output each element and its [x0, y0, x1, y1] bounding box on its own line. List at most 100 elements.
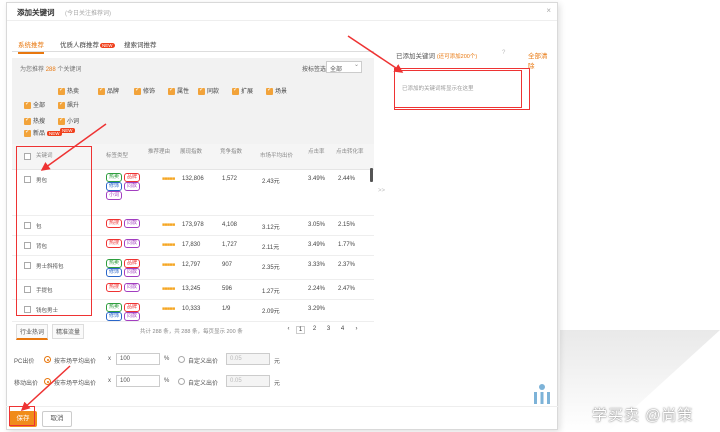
page-2[interactable]: 2 — [310, 326, 319, 332]
tab-audience[interactable]: 优质人群推荐 NEW — [60, 39, 115, 49]
pc-market-radio[interactable] — [44, 356, 51, 363]
cell-avg-bid: 2.43元 — [262, 179, 280, 185]
tag-badge: 同款 — [124, 239, 141, 248]
pc-percent-input[interactable]: 100 — [116, 353, 160, 365]
tag-select[interactable]: 全部 — [326, 61, 362, 73]
pc-market-label: 按市场平均出价 — [54, 359, 97, 365]
th-competition[interactable]: 竞争指数 — [220, 149, 250, 156]
brand-logo-icon — [534, 384, 550, 404]
th-cvr[interactable]: 点击转化率 — [336, 149, 364, 156]
mobile-market-radio[interactable] — [44, 378, 51, 385]
th-tag-type: 标签类型 — [106, 153, 129, 159]
cell-cvr: 2.44% — [338, 176, 356, 182]
checkbox-attribute[interactable]: 属性 — [168, 86, 189, 95]
mobile-bid-label: 移动出价 — [14, 381, 39, 387]
page-3[interactable]: 3 — [324, 326, 333, 332]
mobile-times: x — [108, 378, 111, 384]
annotation-rect-save — [9, 406, 35, 426]
tag-badge: 小词 — [106, 191, 123, 200]
dialog-title: 添加关键词 — [17, 8, 55, 17]
cell-cvr: 2.15% — [338, 222, 356, 228]
sort-label: 按标签选 — [302, 67, 327, 73]
close-icon[interactable]: × — [546, 6, 551, 15]
dialog-footer: 保存 取消 — [6, 406, 558, 430]
tag-badge: 修饰 — [106, 268, 123, 277]
reason-stars: ■■■■■ — [162, 242, 175, 248]
checkbox-all[interactable]: 全部 — [24, 100, 45, 109]
cell-competition: 1,572 — [222, 176, 238, 182]
next-page[interactable]: › — [352, 326, 361, 332]
checkbox-scene[interactable]: 场景 — [266, 86, 287, 95]
checkbox-hot[interactable]: 热卖 — [58, 86, 79, 95]
cell-ctr: 3.49% — [308, 176, 326, 182]
checkbox-newproduct[interactable]: 新品NEW — [24, 128, 62, 137]
cell-competition: 596 — [222, 286, 233, 292]
annotation-rect-added — [394, 68, 530, 110]
tag-badge: 同款 — [124, 283, 141, 292]
tag-badge: 热搜 — [106, 219, 123, 228]
cell-cvr: 1.77% — [338, 242, 356, 248]
cell-impression: 17,830 — [182, 242, 201, 248]
pc-custom-label: 自定义出价 — [188, 359, 219, 365]
tab-search-words[interactable]: 搜索词推荐 — [124, 39, 157, 49]
pc-times: x — [108, 356, 111, 362]
table-scrollbar[interactable] — [370, 168, 373, 182]
cell-avg-bid: 2.35元 — [262, 265, 280, 271]
cell-cvr: 2.37% — [338, 262, 356, 268]
checkbox-brand[interactable]: 品牌 — [98, 86, 119, 95]
pc-custom-input[interactable]: 0.05 — [226, 353, 270, 365]
pager-info: 共计 288 条，共 288 条，每页显示 200 条 — [140, 329, 243, 335]
tab-system[interactable]: 系统推荐 — [18, 39, 44, 54]
tag-badge: 热搜 — [106, 239, 123, 248]
th-avg-bid[interactable]: 市场平均出价 — [260, 153, 293, 160]
tab-industry-hot[interactable]: 行业热词 — [16, 324, 49, 340]
cell-avg-bid: 3.12元 — [262, 225, 280, 231]
th-impression[interactable]: 展现指数 — [180, 149, 210, 156]
checkbox-expand[interactable]: 扩展 — [232, 86, 253, 95]
mobile-custom-input[interactable]: 0.05 — [226, 375, 270, 387]
checkbox-hotsearch[interactable]: 热搜 — [24, 116, 45, 125]
cell-impression: 10,333 — [182, 306, 201, 312]
tag-badge: 修饰 — [106, 312, 123, 321]
cell-competition: 4,108 — [222, 222, 238, 228]
mobile-unit: 元 — [274, 381, 281, 387]
checkbox-smallword[interactable]: 小词 — [58, 116, 79, 125]
tag-badge: 品牌 — [124, 259, 141, 268]
mobile-percent-input[interactable]: 100 — [116, 375, 160, 387]
reason-stars: ■■■■■ — [162, 306, 175, 312]
tag-badge: 同款 — [124, 219, 141, 228]
pc-custom-radio[interactable] — [178, 356, 185, 363]
move-arrow-icon[interactable]: >> — [378, 188, 385, 194]
page-4[interactable]: 4 — [338, 326, 347, 332]
dialog-header: 添加关键词 (今日关注推荐词) × — [7, 3, 557, 21]
cell-ctr: 3.33% — [308, 262, 326, 268]
checkbox-modifier[interactable]: 修饰 — [134, 86, 155, 95]
tag-badge: 同款 — [124, 268, 141, 277]
reason-stars: ■■■■■ — [162, 286, 175, 292]
checkbox-rising[interactable]: 飙升 — [58, 100, 79, 109]
checkbox-same[interactable]: 同款 — [198, 86, 219, 95]
cell-impression: 173,978 — [182, 222, 204, 228]
clear-all-link[interactable]: 全部清除 — [528, 50, 548, 70]
tab-precise[interactable]: 精准流量 — [52, 324, 85, 339]
cell-impression: 13,245 — [182, 286, 201, 292]
mobile-custom-radio[interactable] — [178, 378, 185, 385]
pc-bid-label: PC出价 — [14, 359, 35, 365]
new-badge: NEW — [60, 128, 75, 133]
help-icon[interactable]: ? — [502, 50, 505, 56]
annotation-rect-keywords — [16, 146, 92, 316]
reason-stars: ■■■■■ — [162, 222, 175, 228]
watermark: 学买卖 @尚策 — [592, 407, 694, 424]
th-ctr[interactable]: 点击率 — [308, 149, 330, 156]
tab-audience-label: 优质人群推荐 — [60, 42, 99, 49]
cell-competition: 1/9 — [222, 306, 231, 312]
cell-avg-bid: 1.27元 — [262, 289, 280, 295]
cell-impression: 132,806 — [182, 176, 204, 182]
cell-competition: 1,727 — [222, 242, 238, 248]
pc-pct: % — [164, 356, 170, 362]
tag-badge: 品牌 — [124, 173, 141, 182]
page-1[interactable]: 1 — [296, 326, 305, 334]
cancel-button[interactable]: 取消 — [42, 411, 72, 427]
prev-page[interactable]: ‹ — [284, 326, 293, 332]
cell-avg-bid: 2.11元 — [262, 245, 280, 251]
